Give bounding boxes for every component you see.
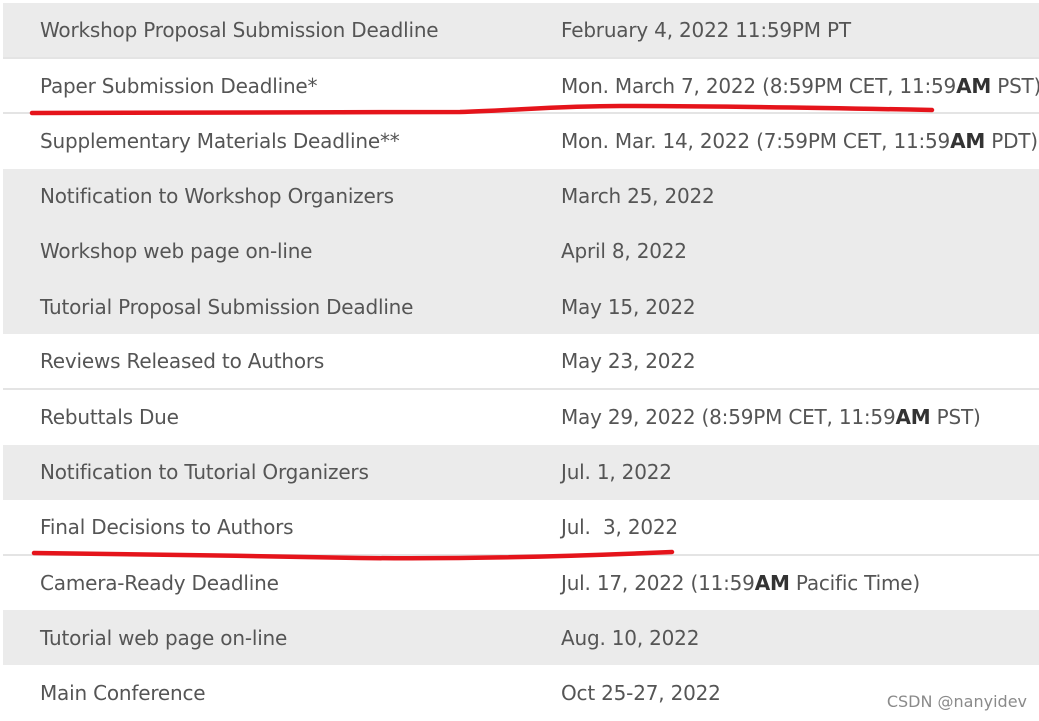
table-row: Tutorial web page on-line Aug. 10, 2022: [3, 610, 1039, 666]
event-date: Jul. 1, 2022: [521, 444, 1039, 500]
important-dates-table: Workshop Proposal Submission Deadline Fe…: [3, 3, 1039, 721]
table-row: Camera-Ready Deadline Jul. 17, 2022 (11:…: [3, 553, 1039, 611]
table-row: Supplementary Materials Deadline** Mon. …: [3, 112, 1039, 169]
event-name: Supplementary Materials Deadline**: [3, 112, 521, 169]
event-name: Final Decisions to Authors: [3, 499, 521, 555]
event-date: Jul. 3, 2022: [521, 499, 1039, 555]
table-row: Rebuttals Due May 29, 2022 (8:59PM CET, …: [3, 388, 1039, 445]
event-date: Jul. 17, 2022 (11:59AM Pacific Time): [521, 553, 1039, 611]
table-row: Final Decisions to Authors Jul. 3, 2022: [3, 499, 1039, 555]
event-date: Aug. 10, 2022: [521, 610, 1039, 666]
important-dates-page: Workshop Proposal Submission Deadline Fe…: [0, 0, 1039, 721]
event-name: Tutorial Proposal Submission Deadline: [3, 278, 521, 335]
event-date: Mon. Mar. 14, 2022 (7:59PM CET, 11:59AM …: [521, 112, 1039, 169]
event-name: Workshop web page on-line: [3, 223, 521, 279]
dates-table-body: Workshop Proposal Submission Deadline Fe…: [3, 3, 1039, 721]
table-row: Main Conference Oct 25-27, 2022: [3, 665, 1039, 721]
table-row: Workshop web page on-line April 8, 2022: [3, 223, 1039, 279]
event-date: March 25, 2022: [521, 168, 1039, 224]
event-name: Workshop Proposal Submission Deadline: [3, 3, 521, 59]
table-row: Tutorial Proposal Submission Deadline Ma…: [3, 278, 1039, 335]
table-row: Reviews Released to Authors May 23, 2022: [3, 334, 1039, 390]
event-date: February 4, 2022 11:59PM PT: [521, 3, 1039, 59]
event-name: Paper Submission Deadline*: [3, 57, 521, 114]
event-name: Rebuttals Due: [3, 388, 521, 445]
event-name: Camera-Ready Deadline: [3, 553, 521, 611]
table-row: Paper Submission Deadline* Mon. March 7,…: [3, 57, 1039, 114]
event-name: Main Conference: [3, 665, 521, 721]
event-date: April 8, 2022: [521, 223, 1039, 279]
event-date: Mon. March 7, 2022 (8:59PM CET, 11:59AM …: [521, 57, 1039, 114]
event-date: May 29, 2022 (8:59PM CET, 11:59AM PST): [521, 388, 1039, 445]
event-date: May 15, 2022: [521, 278, 1039, 335]
table-row: Workshop Proposal Submission Deadline Fe…: [3, 3, 1039, 59]
table-row: Notification to Workshop Organizers Marc…: [3, 168, 1039, 224]
event-date: May 23, 2022: [521, 334, 1039, 390]
watermark: CSDN @nanyidev: [886, 692, 1027, 711]
event-name: Notification to Workshop Organizers: [3, 168, 521, 224]
event-name: Notification to Tutorial Organizers: [3, 444, 521, 500]
event-name: Tutorial web page on-line: [3, 610, 521, 666]
event-name: Reviews Released to Authors: [3, 334, 521, 390]
table-row: Notification to Tutorial Organizers Jul.…: [3, 444, 1039, 500]
